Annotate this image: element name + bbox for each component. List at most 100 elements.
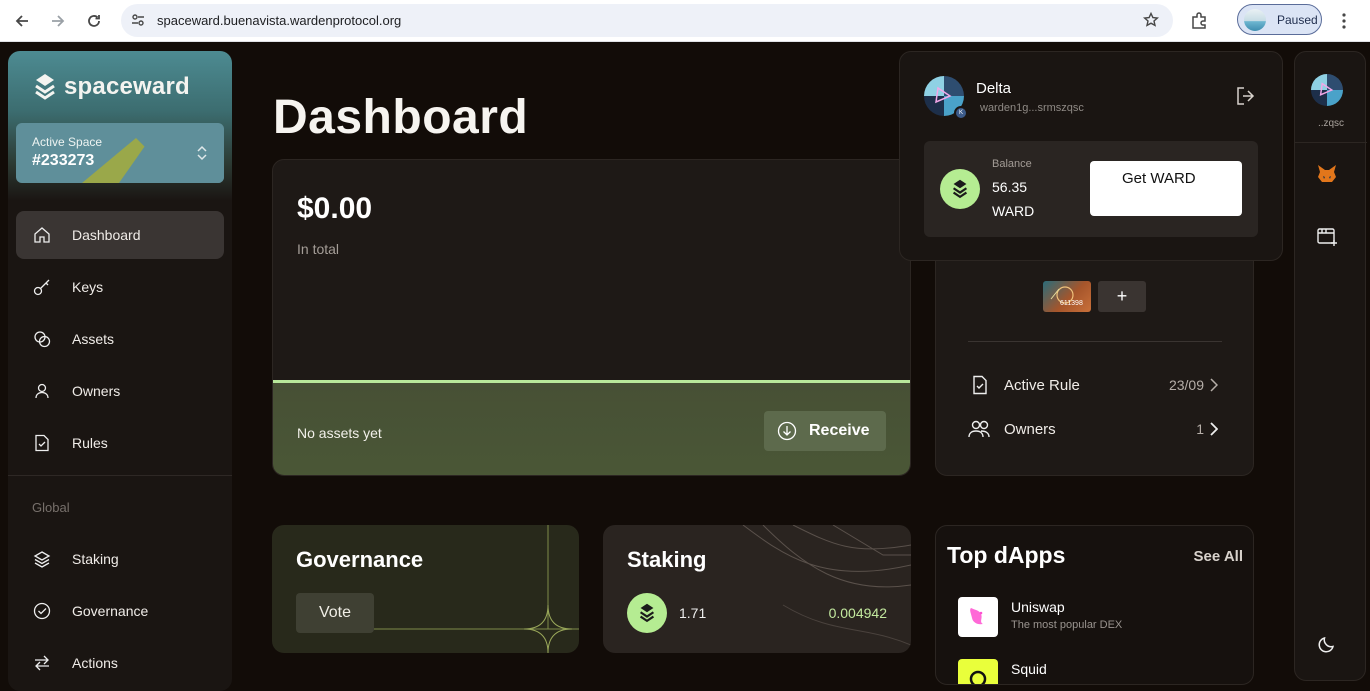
forward-icon[interactable]: [44, 7, 72, 35]
get-ward-button[interactable]: Get WARD: [1090, 161, 1242, 216]
rule-document-icon: [968, 373, 992, 397]
avatar-triangle-icon: [1319, 82, 1334, 96]
logout-icon[interactable]: [1234, 84, 1258, 108]
chevron-updown-icon: [196, 145, 208, 166]
sidebar-item-label: Keys: [72, 279, 104, 295]
active-rule-value: 23/09: [1168, 377, 1204, 393]
key-thumbnail[interactable]: 611398: [1043, 281, 1091, 312]
governance-decoration: [352, 525, 579, 653]
sidebar-item-dashboard[interactable]: Dashboard: [16, 211, 224, 259]
active-space-selector[interactable]: Active Space #233273: [16, 123, 224, 183]
balance-value: 56.35 WARD: [992, 179, 1035, 219]
sidebar-item-staking[interactable]: Staking: [16, 535, 224, 583]
staking-decoration: [742, 525, 911, 646]
get-ward-label: Get WARD: [1122, 170, 1196, 187]
key-icon: [32, 277, 52, 297]
balance-label: Balance: [992, 158, 1032, 170]
dapp-item-uniswap[interactable]: Uniswap The most popular DEX: [958, 597, 1238, 637]
active-space-id: #233273: [32, 152, 95, 169]
arrows-icon: [32, 653, 52, 673]
total-amount: $0.00: [297, 192, 373, 225]
owners-value: 1: [1196, 421, 1204, 437]
dark-mode-moon-icon[interactable]: [1317, 634, 1337, 654]
sidebar-item-governance[interactable]: Governance: [16, 587, 224, 635]
staking-rewards: 0.004942: [828, 605, 887, 621]
sidebar-item-label: Actions: [72, 655, 118, 671]
sidebar-item-label: Dashboard: [72, 227, 141, 243]
total-balance-card: $0.00 In total No assets yet Receive: [272, 159, 911, 476]
add-key-button[interactable]: +: [1098, 281, 1146, 312]
space-detail-divider: [968, 341, 1222, 342]
sidebar-item-owners[interactable]: Owners: [16, 367, 224, 415]
brand-name: spaceward: [64, 73, 190, 100]
key-number: 611398: [1060, 300, 1083, 307]
total-sub-label: In total: [297, 241, 340, 257]
coins-icon: [32, 329, 52, 349]
chevron-right-icon: [1210, 421, 1222, 437]
layers-icon: [32, 549, 52, 569]
arrow-down-circle-icon: [776, 420, 798, 442]
dapp-description: The most popular DEX: [1011, 619, 1123, 631]
owners-label: Owners: [1004, 420, 1056, 438]
governance-card: Governance Vote: [272, 525, 579, 653]
uniswap-logo-icon: [958, 597, 998, 637]
dapp-name: Uniswap: [1011, 599, 1065, 615]
extensions-icon[interactable]: [1186, 8, 1212, 34]
sidebar-item-label: Governance: [72, 603, 149, 619]
chevron-right-icon: [1210, 377, 1222, 393]
vote-button[interactable]: Vote: [296, 593, 374, 633]
page-title: Dashboard: [273, 91, 529, 144]
account-avatar[interactable]: [1311, 74, 1343, 106]
home-icon: [32, 225, 52, 245]
global-section-label: Global: [32, 500, 70, 515]
rail-divider: [1295, 142, 1367, 143]
right-rail: ..zqsc: [1294, 51, 1367, 681]
active-space-label: Active Space: [32, 135, 103, 149]
staked-amount: 1.71: [679, 605, 707, 621]
receive-label: Receive: [809, 422, 870, 439]
owners-row[interactable]: Owners 1: [968, 417, 1222, 441]
ward-token-icon: [940, 169, 980, 209]
account-name: Delta: [976, 80, 1012, 97]
sidebar-item-keys[interactable]: Keys: [16, 263, 224, 311]
sidebar-divider: [8, 475, 232, 476]
staking-card: Staking 1.71 0.004942: [603, 525, 911, 653]
bookmark-star-icon[interactable]: [1141, 10, 1161, 30]
wallet-badge: K: [954, 106, 968, 120]
sidebar-item-actions[interactable]: Actions: [16, 639, 224, 687]
reload-icon[interactable]: [80, 7, 108, 35]
sidebar-item-label: Owners: [72, 383, 121, 399]
account-address[interactable]: warden1g...srmszqsc: [980, 102, 1084, 114]
metamask-fox-icon[interactable]: [1315, 162, 1339, 186]
top-dapps-title: Top dApps: [947, 542, 1066, 568]
brand[interactable]: spaceward: [34, 73, 190, 101]
browser-menu-icon[interactable]: [1334, 8, 1354, 34]
users-icon: [968, 417, 992, 441]
check-circle-icon: [32, 601, 52, 621]
url-text[interactable]: spaceward.buenavista.wardenprotocol.org: [157, 13, 401, 28]
key-thumbnail-art-icon: [1050, 286, 1074, 304]
see-all-link[interactable]: See All: [1194, 548, 1243, 565]
sidebar-item-rules[interactable]: Rules: [16, 419, 224, 467]
ward-token-icon: [627, 593, 667, 633]
user-icon: [32, 381, 52, 401]
add-window-icon[interactable]: [1316, 226, 1338, 248]
rail-address: ..zqsc: [1317, 118, 1345, 129]
back-icon[interactable]: [8, 7, 36, 35]
wallet-popover: K Delta warden1g...srmszqsc Balance 56.3…: [899, 51, 1283, 261]
receive-button[interactable]: Receive: [764, 411, 886, 451]
no-assets-text: No assets yet: [297, 425, 382, 441]
address-bar[interactable]: spaceward.buenavista.wardenprotocol.org: [121, 4, 1173, 37]
profile-button[interactable]: Paused: [1237, 4, 1322, 35]
account-avatar: K: [924, 76, 968, 120]
active-rule-row[interactable]: Active Rule 23/09: [968, 373, 1222, 397]
assets-footer: No assets yet Receive: [273, 380, 910, 475]
space-detail-card: 611398 + Active Rule 23/09 Owners 1: [935, 232, 1254, 476]
document-icon: [32, 433, 52, 453]
spaceward-logo-icon: [35, 74, 55, 100]
dapp-item-squid[interactable]: Squid: [958, 659, 1238, 684]
sidebar-item-assets[interactable]: Assets: [16, 315, 224, 363]
profile-avatar: [1244, 8, 1266, 31]
site-settings-icon[interactable]: [129, 11, 147, 29]
governance-title: Governance: [296, 547, 424, 572]
